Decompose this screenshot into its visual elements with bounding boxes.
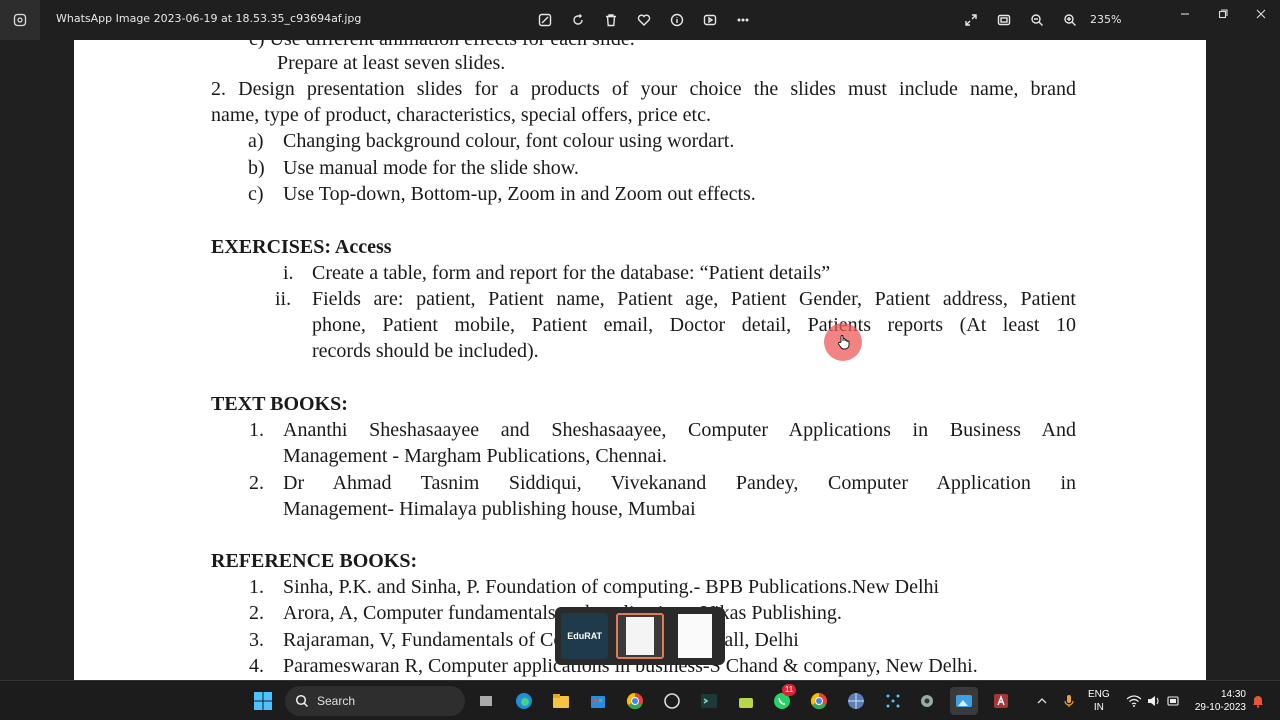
task-view-icon[interactable] bbox=[473, 687, 501, 715]
sub-a-label: a) bbox=[248, 130, 264, 152]
store-icon[interactable] bbox=[584, 687, 612, 715]
battery-icon[interactable] bbox=[1160, 687, 1188, 715]
reference-heading: REFERENCE BOOKS: bbox=[211, 550, 418, 572]
textbook-1-label: 1. bbox=[249, 419, 264, 441]
sub-b-label: b) bbox=[248, 157, 265, 179]
settings-icon[interactable] bbox=[913, 687, 941, 715]
item-2-line-2: name, type of product, characteristics, … bbox=[211, 104, 711, 126]
app-basket-icon[interactable] bbox=[732, 687, 760, 715]
more-icon[interactable] bbox=[726, 8, 759, 32]
notification-bell-icon[interactable] bbox=[1244, 687, 1272, 715]
slideshow-icon[interactable] bbox=[693, 8, 726, 32]
photos-taskbar-icon[interactable] bbox=[950, 687, 978, 715]
close-button[interactable] bbox=[1242, 0, 1280, 28]
exercise-ii-label: ii. bbox=[275, 288, 292, 310]
textbook-2-line-2: Management- Himalaya publishing house, M… bbox=[283, 498, 696, 520]
terminal-icon[interactable] bbox=[695, 687, 723, 715]
reference-4-label: 4. bbox=[249, 655, 264, 677]
region-code: IN bbox=[1093, 702, 1104, 713]
exercise-ii-line-1: Fields are: patient, Patient name, Patie… bbox=[312, 288, 1076, 310]
reference-3-label: 3. bbox=[249, 629, 264, 651]
expand-icon[interactable] bbox=[954, 8, 987, 32]
clock-date: 29-10-2023 bbox=[1194, 702, 1246, 713]
delete-icon[interactable] bbox=[594, 8, 627, 32]
textbook-2-label: 2. bbox=[249, 472, 264, 494]
search-box[interactable]: Search bbox=[285, 686, 465, 716]
minimize-button[interactable] bbox=[1166, 0, 1204, 28]
exercise-i-label: i. bbox=[283, 262, 294, 284]
photos-app-icon[interactable] bbox=[0, 0, 40, 40]
search-icon bbox=[295, 694, 309, 708]
textbook-1-line-1: Ananthi Sheshasaayee and Sheshasaayee, C… bbox=[283, 419, 1076, 441]
info-icon[interactable] bbox=[660, 8, 693, 32]
image-viewer[interactable]: c) Use different animation effects for e… bbox=[0, 40, 1280, 680]
clock[interactable]: 14:30 29-10-2023 bbox=[1190, 688, 1246, 714]
start-icon[interactable] bbox=[249, 687, 277, 715]
cut-off-line: c) Use different animation effects for e… bbox=[249, 40, 635, 51]
chevron-up-icon[interactable] bbox=[1028, 687, 1056, 715]
chatgpt-icon[interactable] bbox=[658, 687, 686, 715]
window-title: WhatsApp Image 2023-06-19 at 18.53.35_c9… bbox=[56, 12, 362, 25]
thumbnail-edurat[interactable]: EduRAT bbox=[561, 613, 609, 659]
search-label: Search bbox=[317, 694, 356, 708]
exercise-ii-line-3: records should be included). bbox=[312, 340, 539, 362]
sub-c-text: Use Top-down, Bottom-up, Zoom in and Zoo… bbox=[283, 183, 756, 205]
zoom-out-icon[interactable] bbox=[1020, 8, 1053, 32]
chrome-profile-icon[interactable] bbox=[805, 687, 833, 715]
textbook-2-line-1: Dr Ahmad Tasnim Siddiqui, Vivekanand Pan… bbox=[283, 472, 1076, 494]
zoom-in-icon[interactable] bbox=[1053, 8, 1086, 32]
taskbar-thumbnail-popup: EduRAT bbox=[555, 607, 725, 665]
prepare-text: Prepare at least seven slides. bbox=[277, 52, 506, 74]
microphone-icon[interactable] bbox=[1055, 687, 1083, 715]
sub-b-text: Use manual mode for the slide show. bbox=[283, 157, 579, 179]
exercise-ii-line-2: phone, Patient mobile, Patient email, Do… bbox=[312, 314, 1076, 336]
chrome-icon[interactable] bbox=[621, 687, 649, 715]
taskbar: Search ENG IN 14:30 29-10-2023 bbox=[0, 680, 1280, 720]
sub-a-text: Changing background colour, font colour … bbox=[283, 130, 735, 152]
reference-1-text: Sinha, P.K. and Sinha, P. Foundation of … bbox=[283, 576, 940, 598]
fit-icon[interactable] bbox=[987, 8, 1020, 32]
edit-icon[interactable] bbox=[528, 8, 561, 32]
thumbnail-current-image[interactable] bbox=[616, 613, 664, 659]
zoom-level[interactable]: 235% bbox=[1090, 13, 1121, 26]
zoom-toolbar bbox=[954, 8, 1086, 32]
reference-1-label: 1. bbox=[249, 576, 264, 598]
document-image: c) Use different animation effects for e… bbox=[74, 40, 1206, 680]
title-bar: WhatsApp Image 2023-06-19 at 18.53.35_c9… bbox=[0, 0, 1280, 40]
maximize-button[interactable] bbox=[1204, 0, 1242, 28]
network-app-icon[interactable] bbox=[879, 687, 907, 715]
edurat-label: EduRAT bbox=[567, 631, 603, 641]
clock-time: 14:30 bbox=[1220, 689, 1246, 700]
item-2-line-1: 2. Design presentation slides for a prod… bbox=[211, 78, 1076, 100]
access-icon[interactable] bbox=[987, 687, 1015, 715]
exercises-heading: EXERCISES: Access bbox=[211, 236, 392, 258]
hand-cursor-icon bbox=[837, 335, 850, 350]
edge-icon[interactable] bbox=[510, 687, 538, 715]
rotate-icon[interactable] bbox=[561, 8, 594, 32]
exercise-i-text: Create a table, form and report for the … bbox=[312, 262, 831, 284]
globe-app-icon[interactable] bbox=[842, 687, 870, 715]
reference-2-label: 2. bbox=[249, 602, 264, 624]
language-code: ENG bbox=[1088, 689, 1110, 700]
favorite-icon[interactable] bbox=[627, 8, 660, 32]
viewer-toolbar bbox=[528, 8, 759, 32]
textbooks-heading: TEXT BOOKS: bbox=[211, 393, 348, 415]
sub-c-label: c) bbox=[248, 183, 264, 205]
thumbnail-other-image[interactable] bbox=[672, 613, 719, 659]
language-indicator[interactable]: ENG IN bbox=[1088, 688, 1110, 714]
textbook-1-line-2: Management - Margham Publications, Chenn… bbox=[283, 445, 667, 467]
file-explorer-icon[interactable] bbox=[547, 687, 575, 715]
whatsapp-unread-badge: 11 bbox=[782, 684, 796, 696]
